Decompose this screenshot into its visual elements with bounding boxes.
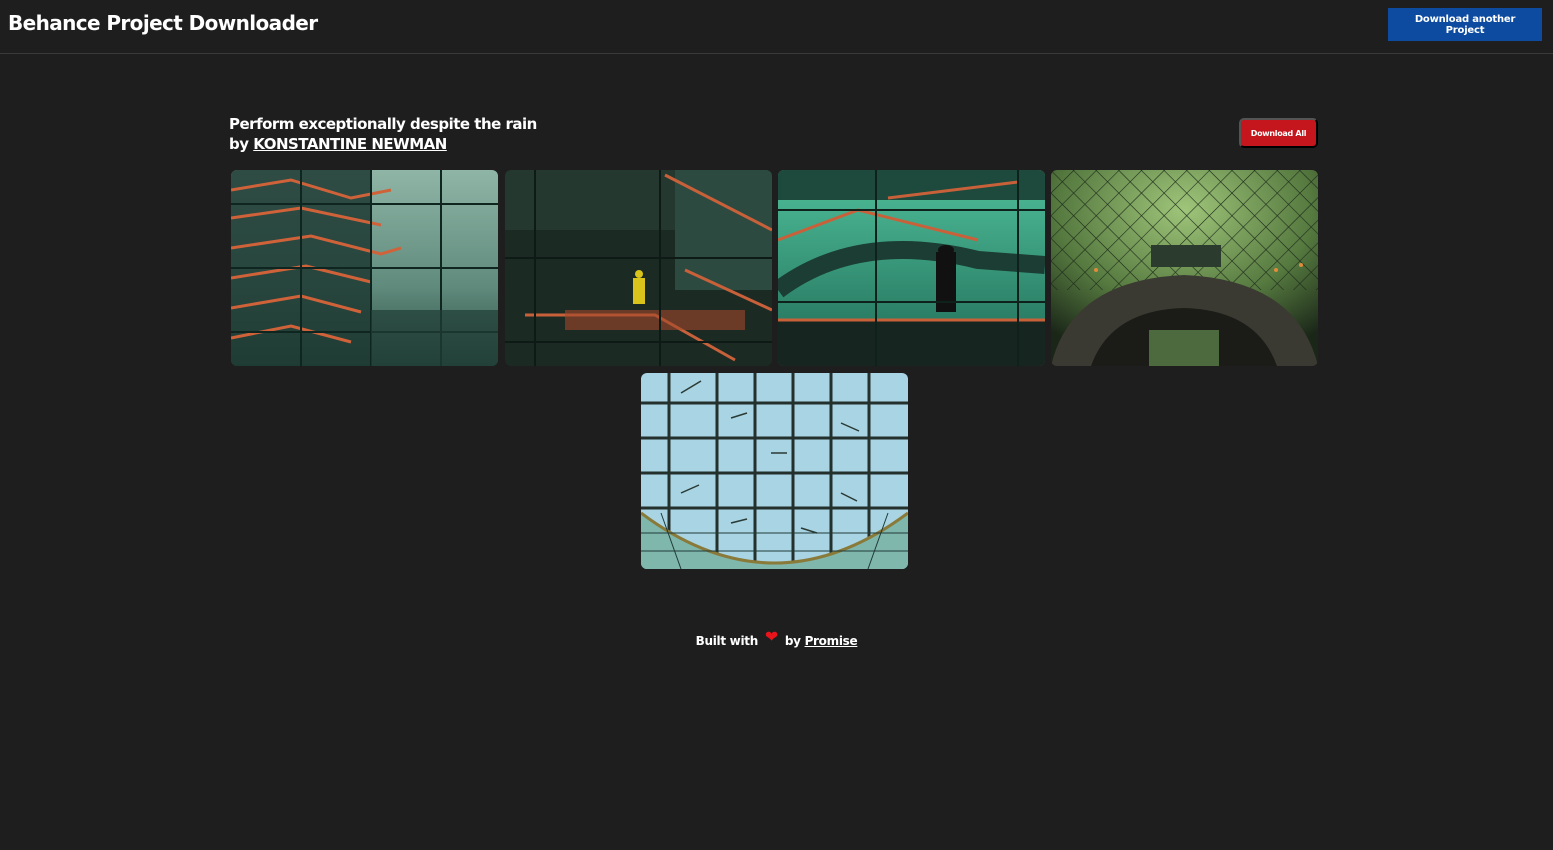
project-image-3[interactable] bbox=[778, 170, 1045, 366]
project-byline: by KONSTANTINE NEWMAN bbox=[229, 134, 537, 154]
download-all-button[interactable]: Download All bbox=[1239, 118, 1318, 148]
author-link[interactable]: KONSTANTINE NEWMAN bbox=[253, 135, 447, 153]
footer-author-link[interactable]: Promise bbox=[805, 634, 858, 648]
app-header: Behance Project Downloader Download anot… bbox=[0, 0, 1553, 54]
footer-by: by bbox=[784, 634, 801, 648]
download-another-project-button[interactable]: Download another Project bbox=[1388, 8, 1542, 41]
project-heading: Perform exceptionally despite the rain b… bbox=[229, 114, 537, 154]
heart-icon: ❤ bbox=[764, 627, 778, 646]
byline-prefix: by bbox=[229, 135, 249, 153]
project-image-4[interactable] bbox=[1051, 170, 1318, 366]
footer: Built with ❤ by Promise bbox=[0, 627, 1553, 649]
app-title: Behance Project Downloader bbox=[8, 11, 318, 35]
project-title: Perform exceptionally despite the rain bbox=[229, 115, 537, 133]
project-image-5[interactable] bbox=[641, 373, 908, 569]
project-image-1[interactable] bbox=[231, 170, 498, 366]
project-image-2[interactable] bbox=[505, 170, 772, 366]
footer-built-with: Built with bbox=[695, 634, 759, 648]
